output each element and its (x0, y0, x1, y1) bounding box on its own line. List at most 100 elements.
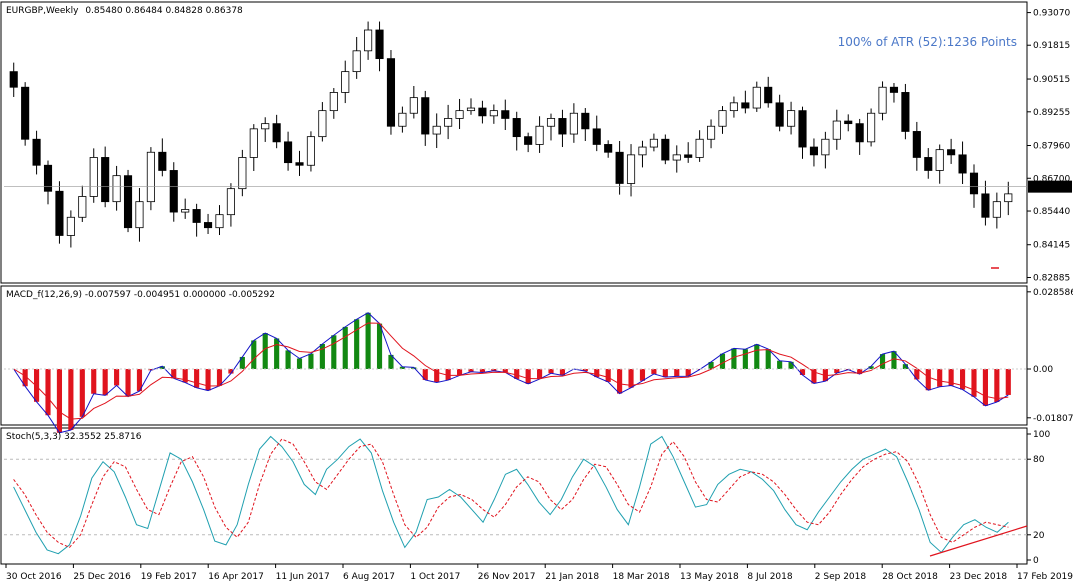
candle-body (261, 123, 270, 130)
symbol-label: EURGBP,Weekly (6, 6, 79, 16)
candle-body (215, 214, 224, 229)
candle-body (101, 157, 110, 203)
candle-body (878, 86, 887, 114)
candle-body (78, 196, 87, 218)
candle-body (466, 107, 476, 112)
candle-body (592, 128, 601, 145)
candle-body (55, 190, 64, 236)
x-tick-label: 26 Nov 2017 (478, 572, 536, 582)
candle-body (832, 120, 841, 140)
x-tick-label: 19 Feb 2017 (141, 572, 197, 582)
x-tick-label: 16 Apr 2017 (208, 572, 264, 582)
candle-body (924, 157, 933, 171)
candle-body (284, 141, 293, 164)
candle-body (649, 138, 658, 148)
candle-body (21, 86, 30, 140)
candle-body (409, 97, 418, 114)
candle-body (169, 170, 178, 213)
x-tick-label: 11 Jun 2017 (276, 572, 330, 582)
candle-body (992, 201, 1001, 218)
candle-body (604, 144, 613, 153)
candle-body (32, 138, 41, 166)
candle-body (638, 146, 647, 156)
x-tick-label: 23 Dec 2018 (950, 572, 1008, 582)
x-tick-label: 13 May 2018 (680, 572, 739, 582)
price-tick-label: 0.91815 (1033, 41, 1070, 51)
candle-body (787, 110, 796, 127)
candle-body (43, 164, 53, 192)
candle-body (706, 125, 716, 140)
candle-body (558, 118, 567, 135)
stoch-tick-label: 100 (1033, 430, 1050, 440)
price-tick-label: 0.89255 (1033, 108, 1070, 118)
price-tick-label: 0.85440 (1033, 207, 1070, 217)
candle-body (444, 118, 453, 127)
macd-panel[interactable] (0, 285, 1028, 426)
x-tick-label: 1 Oct 2017 (410, 572, 460, 582)
stoch-label: Stoch(5,3,3) 32.3552 25.8716 (6, 432, 142, 442)
candle-body (1004, 193, 1013, 203)
x-tick-label: 6 Aug 2017 (343, 572, 395, 582)
candle-body (375, 29, 384, 60)
price-tick-label: 0.82885 (1033, 273, 1070, 283)
chart-window[interactable]: 0.930700.918150.905150.892550.879600.867… (0, 0, 1073, 586)
x-tick-label: 18 Mar 2018 (613, 572, 670, 582)
candle-body (889, 86, 899, 93)
candle-body (306, 136, 316, 166)
candle-body (672, 154, 681, 161)
candle-body (764, 86, 773, 104)
candle-body (981, 193, 990, 218)
candle-body (798, 110, 807, 148)
stoch-tick-label: 20 (1033, 531, 1045, 541)
stoch-tick-label: 0 (1033, 556, 1039, 566)
candle-body (238, 157, 247, 190)
candle-body (775, 102, 784, 127)
candle-body (752, 86, 761, 109)
candle-body (741, 102, 750, 109)
x-tick-label: 17 Feb 2019 (1017, 572, 1073, 582)
candle-body (855, 123, 864, 143)
price-tick-label: 0.87960 (1033, 141, 1070, 151)
candle-body (421, 97, 430, 135)
stoch-tick-label: 80 (1033, 455, 1045, 465)
ohlc-label: 0.85480 0.86484 0.84828 0.86378 (85, 6, 243, 16)
candle-body (364, 29, 373, 52)
atr-annotation: 100% of ATR (52):1236 Points (838, 35, 1017, 49)
candle-body (455, 110, 464, 119)
candle-body (398, 112, 407, 127)
candle-body (912, 131, 921, 158)
candle-body (146, 151, 155, 203)
price-header: EURGBP,Weekly 0.85480 0.86484 0.84828 0.… (6, 6, 243, 16)
candle-body (844, 120, 853, 125)
candle-body (901, 92, 910, 132)
candle-body (512, 118, 521, 138)
candle-body (581, 112, 590, 130)
macd-label: MACD_f(12,26,9) -0.007597 -0.004951 0.00… (6, 290, 275, 300)
x-tick-label: 28 Oct 2018 (882, 572, 938, 582)
candle-body (478, 107, 487, 117)
candle-body (329, 92, 338, 112)
macd-tick-label: 0.00 (1033, 365, 1053, 375)
candle-body (112, 175, 121, 203)
candle-body (969, 172, 979, 195)
candle-body (809, 146, 819, 156)
price-tick-label: 0.90515 (1033, 75, 1070, 85)
candle-body (501, 110, 510, 119)
stoch-panel[interactable] (0, 427, 1028, 565)
candle-body (295, 162, 304, 166)
candle-body (89, 157, 98, 197)
candle-body (867, 112, 876, 143)
candle-body (535, 125, 544, 145)
candle-body (626, 154, 636, 184)
candle-body (66, 216, 75, 236)
candle-body (386, 58, 396, 127)
candle-body (135, 201, 144, 229)
candle-body (9, 71, 18, 88)
macd-tick-label: -0.018073 (1033, 414, 1073, 424)
candle-body (341, 71, 350, 93)
candle-body (569, 112, 578, 135)
price-tick-label: 0.93070 (1033, 9, 1070, 19)
candle-body (546, 118, 556, 127)
candle-body (615, 151, 624, 184)
price-tick-label: 0.84145 (1033, 241, 1070, 251)
